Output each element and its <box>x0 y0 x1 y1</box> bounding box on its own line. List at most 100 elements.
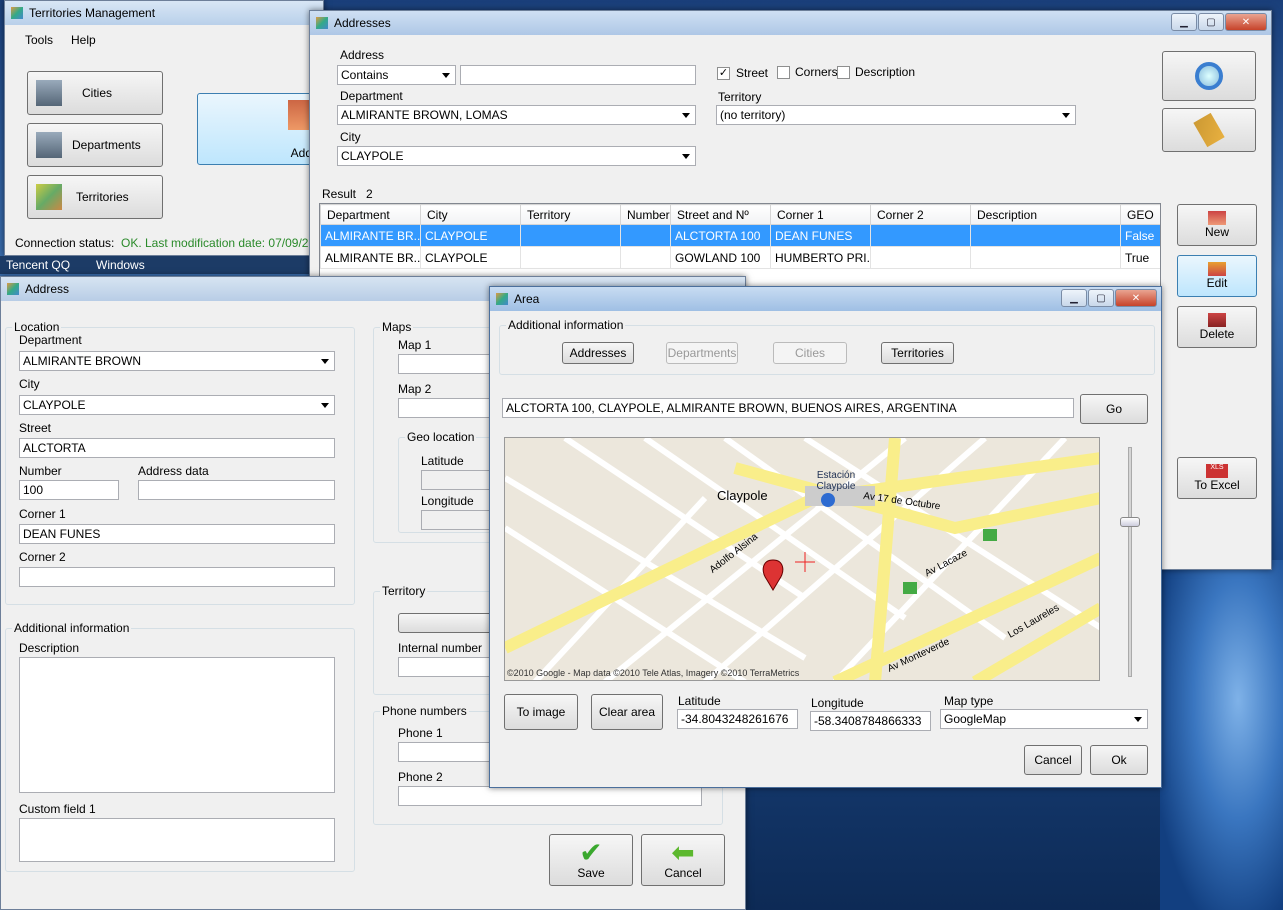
department-select[interactable]: ALMIRANTE BROWN, LOMAS <box>337 105 696 125</box>
departments-button[interactable]: Departments <box>27 123 163 167</box>
cities-button[interactable]: Cities <box>27 71 163 115</box>
phone2-field[interactable] <box>398 786 702 806</box>
menu-tools[interactable]: Tools <box>25 33 53 47</box>
street-checkbox[interactable]: ✓ <box>717 67 730 80</box>
app-icon <box>11 7 23 19</box>
table-cell <box>870 246 971 269</box>
map-pin-icon <box>762 559 784 591</box>
window-title: Territories Management <box>29 6 156 20</box>
clear-area-button[interactable]: Clear area <box>591 694 663 730</box>
status-value: OK. Last modification date: 07/09/20 <box>121 236 316 250</box>
city-select[interactable]: CLAYPOLE <box>337 146 696 166</box>
column-header[interactable]: GEO <box>1120 204 1160 225</box>
map2-label: Map 2 <box>398 382 432 396</box>
description-textarea[interactable] <box>19 657 335 793</box>
app-icon <box>316 17 328 29</box>
latitude-label: Latitude <box>421 454 464 468</box>
internal-number-field[interactable] <box>398 657 498 677</box>
table-cell: ALMIRANTE BR... <box>320 246 421 269</box>
number-field[interactable]: 100 <box>19 480 119 500</box>
result-count: 2 <box>366 187 373 201</box>
address-search-input[interactable] <box>460 65 696 85</box>
addresses-tab-button[interactable]: Addresses <box>562 342 634 364</box>
maximize-button[interactable]: ▢ <box>1088 289 1114 307</box>
custom-field-label: Custom field 1 <box>19 802 96 816</box>
to-excel-button[interactable]: XLS To Excel <box>1177 457 1257 499</box>
cancel-button[interactable]: Cancel <box>1024 745 1082 775</box>
table-cell <box>870 224 971 247</box>
corners-checkbox[interactable] <box>777 66 790 79</box>
table-cell: True <box>1120 246 1160 269</box>
latitude-field[interactable]: -34.8043248261676 <box>677 709 798 729</box>
excel-icon: XLS <box>1206 464 1228 478</box>
territory-select-button[interactable] <box>398 613 498 633</box>
pencil-icon <box>1208 262 1226 276</box>
corners-check-label: Corners <box>795 65 838 79</box>
column-header[interactable]: Description <box>970 204 1121 225</box>
zoom-slider[interactable] <box>1128 447 1132 677</box>
delete-button[interactable]: Delete <box>1177 306 1257 348</box>
map-label-station: Estación Claypole <box>816 470 856 492</box>
city-label: City <box>340 130 361 144</box>
territories-button[interactable]: Territories <box>27 175 163 219</box>
search-button[interactable] <box>1162 51 1256 101</box>
table-cell: DEAN FUNES <box>770 224 871 247</box>
corner2-field[interactable] <box>19 567 335 587</box>
ok-button[interactable]: Ok <box>1090 745 1148 775</box>
desktop-background <box>1160 560 1283 910</box>
column-header[interactable]: Street and Nº <box>670 204 771 225</box>
close-button[interactable]: ✕ <box>1225 13 1267 31</box>
corner1-field[interactable]: DEAN FUNES <box>19 524 335 544</box>
longitude-field[interactable]: -58.3408784866333 <box>810 711 931 731</box>
clear-button[interactable] <box>1162 108 1256 152</box>
map-copyright: ©2010 Google - Map data ©2010 Tele Atlas… <box>507 668 800 678</box>
column-header[interactable]: Corner 2 <box>870 204 971 225</box>
table-row[interactable]: ALMIRANTE BR... CLAYPOLE ALCTORTA 100 DEAN … <box>320 224 1160 247</box>
checkmark-icon: ✔ <box>579 837 603 868</box>
street-check-label: Street <box>736 66 769 80</box>
address-data-field[interactable] <box>138 480 335 500</box>
map-type-select[interactable]: GoogleMap <box>940 709 1148 729</box>
minimize-button[interactable]: ▁ <box>1171 13 1197 31</box>
map-view[interactable]: Claypole Estación Claypole Av 17 de Octu… <box>504 437 1100 681</box>
to-image-button[interactable]: To image <box>504 694 578 730</box>
city-select[interactable]: CLAYPOLE <box>19 395 335 415</box>
map-search-input[interactable]: ALCTORTA 100, CLAYPOLE, ALMIRANTE BROWN,… <box>502 398 1074 418</box>
go-button[interactable]: Go <box>1080 394 1148 424</box>
minimize-button[interactable]: ▁ <box>1061 289 1087 307</box>
taskbar-item[interactable]: Windows <box>96 258 145 272</box>
column-header[interactable]: Territory <box>520 204 621 225</box>
map1-field[interactable] <box>398 354 498 374</box>
broom-icon <box>1193 112 1225 148</box>
map2-field[interactable] <box>398 398 498 418</box>
territories-tab-button[interactable]: Territories <box>881 342 954 364</box>
zoom-slider-thumb[interactable] <box>1120 517 1140 527</box>
maximize-button[interactable]: ▢ <box>1198 13 1224 31</box>
close-button[interactable]: ✕ <box>1115 289 1157 307</box>
taskbar-item[interactable]: Tencent QQ <box>6 258 70 272</box>
table-row[interactable]: ALMIRANTE BR... CLAYPOLE GOWLAND 100 HUMBER… <box>320 246 1160 269</box>
save-button[interactable]: ✔ Save <box>549 834 633 886</box>
longitude-label: Longitude <box>421 494 474 508</box>
menu-help[interactable]: Help <box>71 33 96 47</box>
station-icon <box>821 493 835 507</box>
delete-house-icon <box>1208 313 1226 327</box>
addresses-button[interactable]: Addr <box>197 93 317 165</box>
column-header[interactable]: Corner 1 <box>770 204 871 225</box>
street-field[interactable]: ALCTORTA <box>19 438 335 458</box>
column-header[interactable]: Number <box>620 204 671 225</box>
column-header[interactable]: City <box>420 204 521 225</box>
department-label: Department <box>340 89 403 103</box>
column-header[interactable]: Department <box>320 204 421 225</box>
titlebar: Territories Management <box>5 1 323 25</box>
department-select[interactable]: ALMIRANTE BROWN <box>19 351 335 371</box>
description-checkbox[interactable] <box>837 66 850 79</box>
custom-field-textarea[interactable] <box>19 818 335 862</box>
territory-select[interactable]: (no territory) <box>716 105 1076 125</box>
cancel-button[interactable]: ⬅ Cancel <box>641 834 725 886</box>
new-button[interactable]: New <box>1177 204 1257 246</box>
table-cell: False <box>1120 224 1160 247</box>
edit-button[interactable]: Edit <box>1177 255 1257 297</box>
search-icon <box>1195 62 1223 90</box>
address-mode-select[interactable]: Contains <box>337 65 456 85</box>
